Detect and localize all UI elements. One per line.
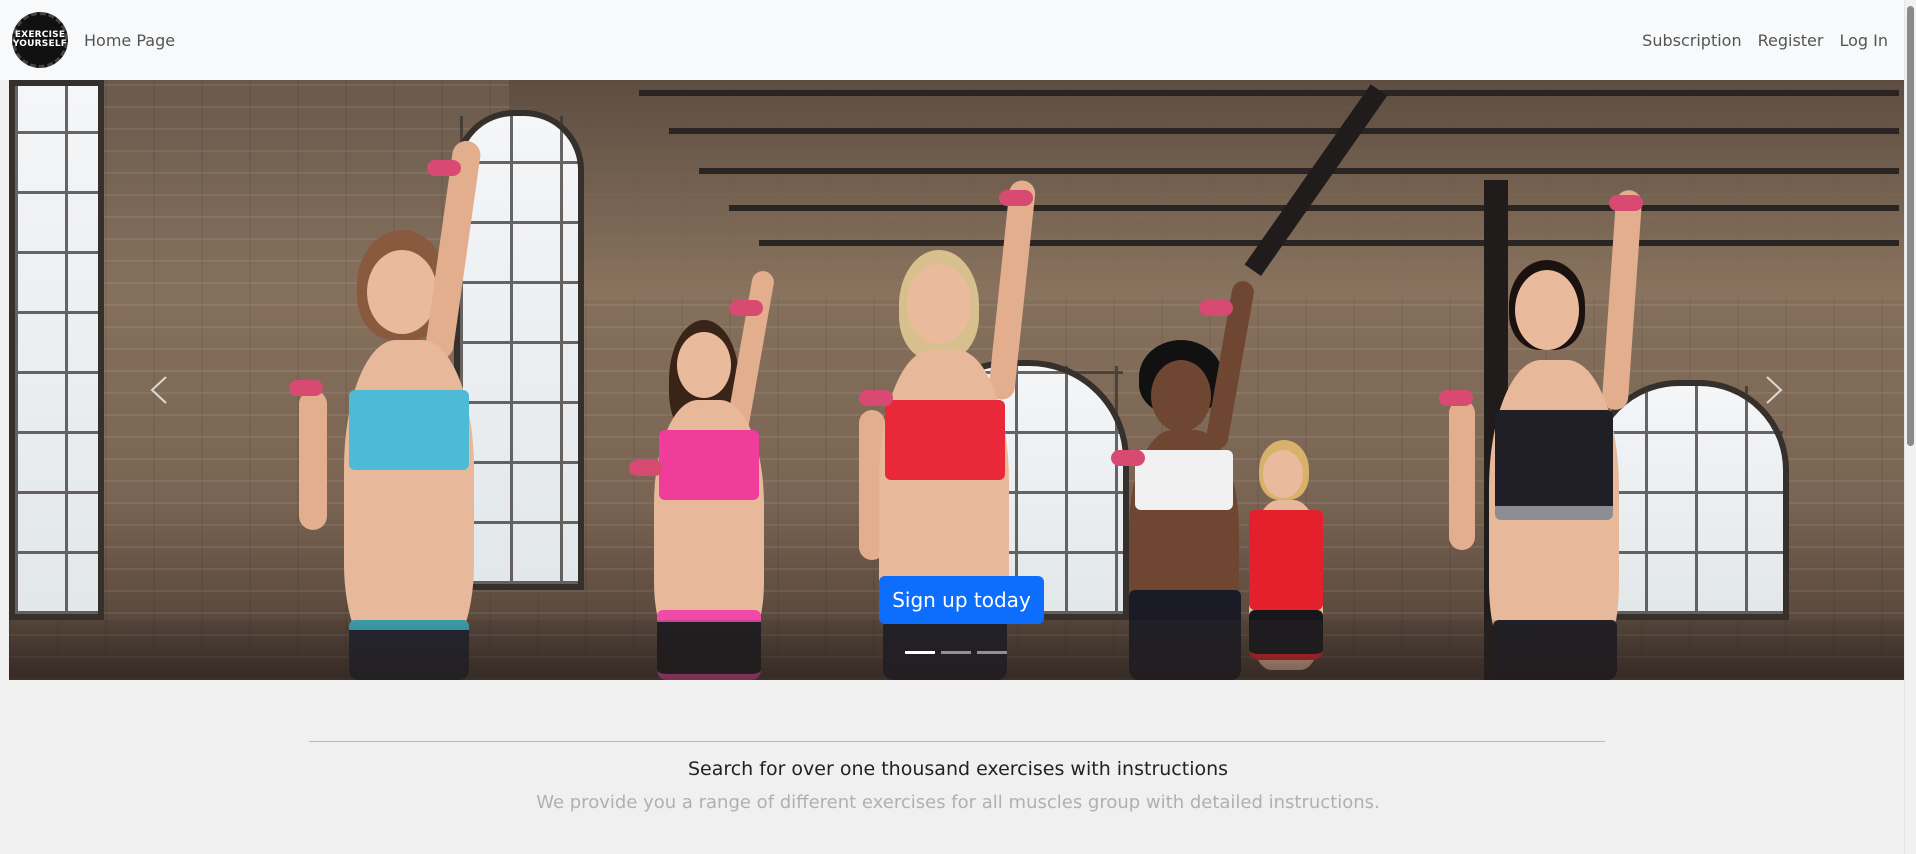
section-heading: Search for over one thousand exercises w…: [687, 758, 1229, 780]
nav-home-link[interactable]: Home Page: [84, 31, 175, 50]
section-divider: [309, 741, 1605, 742]
chevron-left-icon: [150, 376, 167, 404]
signup-button[interactable]: Sign up today: [879, 576, 1044, 624]
ceiling-beam: [699, 168, 1899, 174]
ceiling-beam: [759, 240, 1899, 246]
scrollbar-thumb[interactable]: [1907, 6, 1914, 446]
floor: [9, 620, 1905, 680]
woman-black-top: [1439, 189, 1669, 680]
ceiling-beam: [729, 205, 1899, 211]
hero-carousel: Sign up today: [9, 80, 1905, 680]
ceiling-beam: [639, 90, 1899, 96]
nav-login-link[interactable]: Log In: [1839, 31, 1888, 50]
brand[interactable]: EXERCISE YOURSELF Home Page: [12, 12, 175, 68]
nav-register-link[interactable]: Register: [1758, 31, 1824, 50]
nav-links: Subscription Register Log In: [1642, 31, 1892, 50]
carousel-next-button[interactable]: [1754, 360, 1794, 420]
nav-subscription-link[interactable]: Subscription: [1642, 31, 1741, 50]
carousel-indicator-3[interactable]: [977, 651, 1007, 654]
section-subheading: We provide you a range of different exer…: [536, 792, 1380, 813]
carousel-indicator-2[interactable]: [941, 651, 971, 654]
ceiling: [509, 80, 1905, 300]
page-scrollbar[interactable]: [1904, 0, 1916, 854]
logo[interactable]: EXERCISE YOURSELF: [12, 12, 68, 68]
ceiling-beam: [669, 128, 1899, 134]
carousel-prev-button[interactable]: [139, 360, 179, 420]
carousel-indicator-1[interactable]: [905, 651, 935, 654]
left-window: [9, 80, 104, 620]
woman-blue-top: [289, 139, 529, 680]
navbar: EXERCISE YOURSELF Home Page Subscription …: [0, 0, 1904, 80]
chevron-right-icon: [1766, 376, 1783, 404]
carousel-indicators: [905, 651, 1007, 654]
